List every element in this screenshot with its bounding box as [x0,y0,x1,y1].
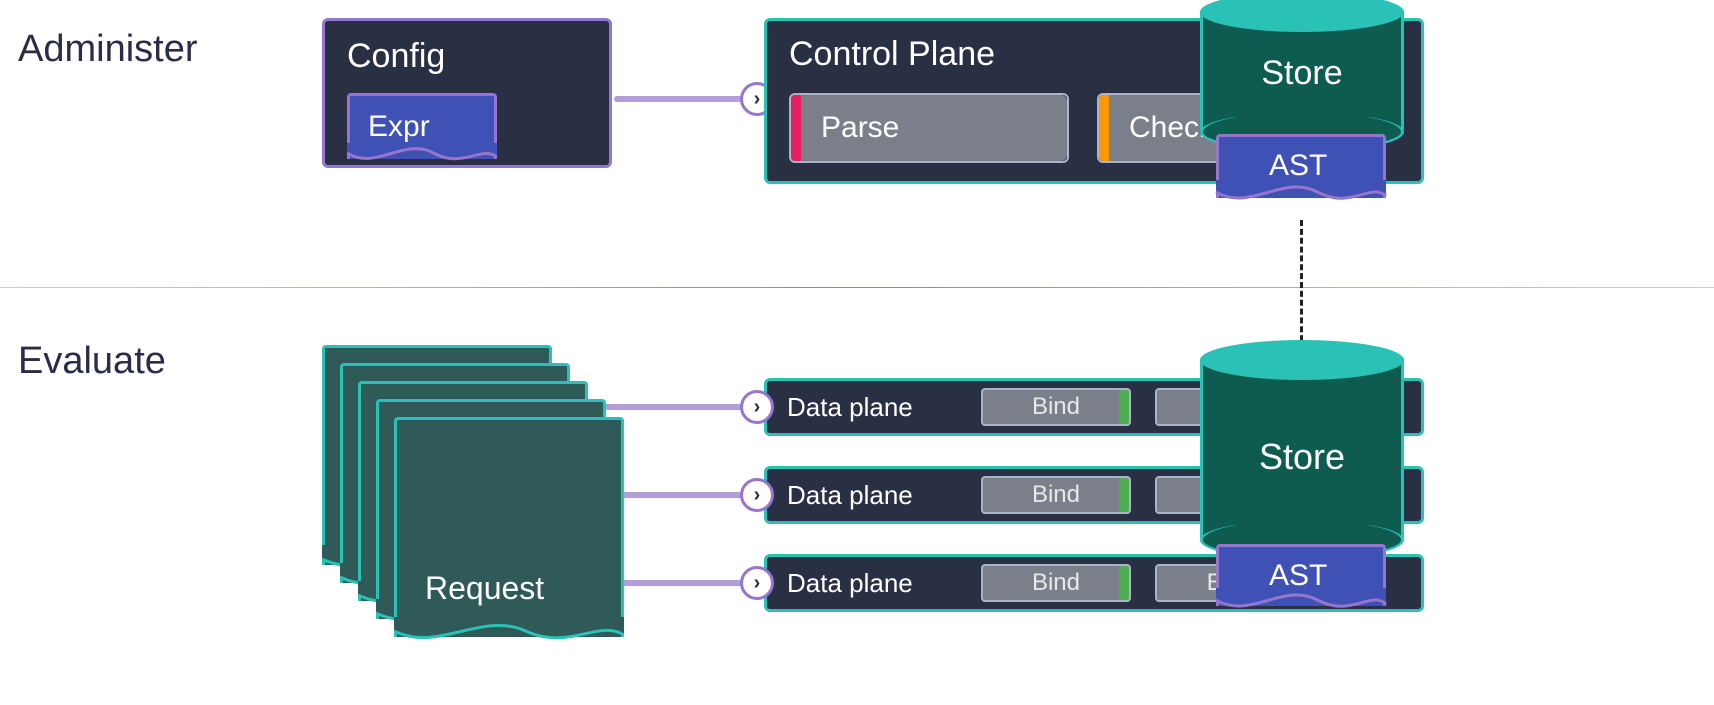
section-divider [0,287,1714,288]
request-stack: Request [322,345,632,635]
expr-document: Expr [347,93,497,159]
bind-pill: Bind [981,388,1131,426]
administer-label: Administer [18,28,198,71]
bind-pill: Bind [981,476,1131,514]
config-box: Config Expr [322,18,612,168]
arrow-icon: › [740,478,774,512]
store-top-cylinder: Store [1200,0,1404,150]
connector-config-to-control [614,96,750,102]
ast-top-document: AST [1216,134,1386,198]
connector-ast-to-store [1300,220,1303,350]
data-plane-label: Data plane [787,480,957,511]
store-bottom-cylinder: Store [1200,348,1404,558]
request-label: Request [425,570,544,607]
evaluate-label: Evaluate [18,340,166,383]
control-plane-title: Control Plane [789,35,995,74]
parse-accent-bar [791,95,801,161]
store-top-label: Store [1200,54,1404,93]
parse-label: Parse [801,95,1067,161]
check-accent-bar [1099,95,1109,161]
arrow-icon: › [740,390,774,424]
store-bottom-label: Store [1200,436,1404,478]
arrow-icon: › [740,566,774,600]
data-plane-label: Data plane [787,568,957,599]
ast-top-label: AST [1269,149,1327,183]
parse-stage: Parse [789,93,1069,163]
request-card-front: Request [394,417,624,637]
expr-label: Expr [368,110,430,144]
ast-bottom-document: AST [1216,544,1386,606]
config-title: Config [347,37,445,76]
bind-pill: Bind [981,564,1131,602]
data-plane-label: Data plane [787,392,957,423]
